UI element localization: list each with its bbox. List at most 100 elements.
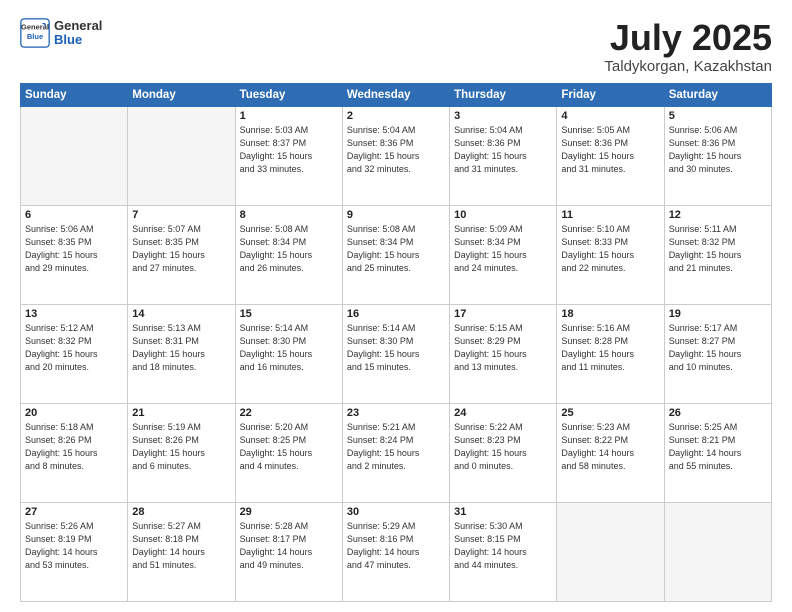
day-number: 30 <box>347 506 445 518</box>
day-info: Sunrise: 5:26 AM Sunset: 8:19 PM Dayligh… <box>25 520 123 572</box>
day-info: Sunrise: 5:27 AM Sunset: 8:18 PM Dayligh… <box>132 520 230 572</box>
table-row: 1Sunrise: 5:03 AM Sunset: 8:37 PM Daylig… <box>235 106 342 205</box>
table-row: 12 Sunrise: 5:11 AM Sunset: 8:32 PM Dayli… <box>664 205 771 304</box>
table-row: 31 Sunrise: 5:30 AM Sunset: 8:15 PM Dayli… <box>450 502 557 601</box>
day-info: Sunrise: 5:25 AM Sunset: 8:21 PM Dayligh… <box>669 421 767 473</box>
day-info: Sunrise: 5:10 AM Sunset: 8:33 PM Dayligh… <box>561 223 659 275</box>
table-row: 20 Sunrise: 5:18 AM Sunset: 8:26 PM Dayli… <box>21 403 128 502</box>
day-number: 29 <box>240 506 338 518</box>
day-number: 21 <box>132 407 230 419</box>
day-number: 26 <box>669 407 767 419</box>
day-info: Sunrise: 5:21 AM Sunset: 8:24 PM Dayligh… <box>347 421 445 473</box>
calendar-row: 20 Sunrise: 5:18 AM Sunset: 8:26 PM Dayli… <box>21 403 772 502</box>
table-row: 21 Sunrise: 5:19 AM Sunset: 8:26 PM Dayli… <box>128 403 235 502</box>
day-info: Sunrise: 5:23 AM Sunset: 8:22 PM Dayligh… <box>561 421 659 473</box>
logo-icon: General Blue <box>20 18 50 48</box>
calendar-body: 1Sunrise: 5:03 AM Sunset: 8:37 PM Daylig… <box>21 106 772 601</box>
day-number: 25 <box>561 407 659 419</box>
table-row: 13Sunrise: 5:12 AM Sunset: 8:32 PM Dayli… <box>21 304 128 403</box>
day-number: 9 <box>347 209 445 221</box>
day-number: 31 <box>454 506 552 518</box>
day-info: Sunrise: 5:04 AM Sunset: 8:36 PM Dayligh… <box>454 124 552 176</box>
day-info: Sunrise: 5:14 AM Sunset: 8:30 PM Dayligh… <box>240 322 338 374</box>
calendar-row: 1Sunrise: 5:03 AM Sunset: 8:37 PM Daylig… <box>21 106 772 205</box>
day-info: Sunrise: 5:04 AM Sunset: 8:36 PM Dayligh… <box>347 124 445 176</box>
day-info: Sunrise: 5:22 AM Sunset: 8:23 PM Dayligh… <box>454 421 552 473</box>
table-row: 23Sunrise: 5:21 AM Sunset: 8:24 PM Dayli… <box>342 403 449 502</box>
day-info: Sunrise: 5:08 AM Sunset: 8:34 PM Dayligh… <box>240 223 338 275</box>
table-row <box>557 502 664 601</box>
day-info: Sunrise: 5:16 AM Sunset: 8:28 PM Dayligh… <box>561 322 659 374</box>
table-row: 14Sunrise: 5:13 AM Sunset: 8:31 PM Dayli… <box>128 304 235 403</box>
title-block: July 2025 Taldykorgan, Kazakhstan <box>604 18 772 75</box>
day-info: Sunrise: 5:07 AM Sunset: 8:35 PM Dayligh… <box>132 223 230 275</box>
day-number: 12 <box>669 209 767 221</box>
day-info: Sunrise: 5:30 AM Sunset: 8:15 PM Dayligh… <box>454 520 552 572</box>
logo: General Blue General Blue <box>20 18 102 48</box>
table-row: 11 Sunrise: 5:10 AM Sunset: 8:33 PM Dayli… <box>557 205 664 304</box>
month-title: July 2025 <box>604 18 772 58</box>
table-row: 24 Sunrise: 5:22 AM Sunset: 8:23 PM Dayli… <box>450 403 557 502</box>
day-info: Sunrise: 5:18 AM Sunset: 8:26 PM Dayligh… <box>25 421 123 473</box>
location-title: Taldykorgan, Kazakhstan <box>604 58 772 75</box>
table-row: 2Sunrise: 5:04 AM Sunset: 8:36 PM Daylig… <box>342 106 449 205</box>
day-info: Sunrise: 5:09 AM Sunset: 8:34 PM Dayligh… <box>454 223 552 275</box>
logo-text: General Blue <box>54 19 102 48</box>
day-number: 22 <box>240 407 338 419</box>
table-row: 16 Sunrise: 5:14 AM Sunset: 8:30 PM Dayli… <box>342 304 449 403</box>
day-number: 27 <box>25 506 123 518</box>
day-number: 17 <box>454 308 552 320</box>
day-number: 10 <box>454 209 552 221</box>
table-row: 8Sunrise: 5:08 AM Sunset: 8:34 PM Daylig… <box>235 205 342 304</box>
table-row: 4Sunrise: 5:05 AM Sunset: 8:36 PM Daylig… <box>557 106 664 205</box>
table-row: 6Sunrise: 5:06 AM Sunset: 8:35 PM Daylig… <box>21 205 128 304</box>
table-row <box>21 106 128 205</box>
col-monday: Monday <box>128 83 235 106</box>
table-row: 9Sunrise: 5:08 AM Sunset: 8:34 PM Daylig… <box>342 205 449 304</box>
table-row: 28 Sunrise: 5:27 AM Sunset: 8:18 PM Dayli… <box>128 502 235 601</box>
day-number: 3 <box>454 110 552 122</box>
day-info: Sunrise: 5:06 AM Sunset: 8:35 PM Dayligh… <box>25 223 123 275</box>
day-info: Sunrise: 5:28 AM Sunset: 8:17 PM Dayligh… <box>240 520 338 572</box>
day-number: 16 <box>347 308 445 320</box>
col-thursday: Thursday <box>450 83 557 106</box>
day-number: 13 <box>25 308 123 320</box>
calendar-header-row: Sunday Monday Tuesday Wednesday Thursday… <box>21 83 772 106</box>
calendar-row: 6Sunrise: 5:06 AM Sunset: 8:35 PM Daylig… <box>21 205 772 304</box>
col-tuesday: Tuesday <box>235 83 342 106</box>
day-info: Sunrise: 5:13 AM Sunset: 8:31 PM Dayligh… <box>132 322 230 374</box>
day-number: 11 <box>561 209 659 221</box>
table-row: 25 Sunrise: 5:23 AM Sunset: 8:22 PM Dayli… <box>557 403 664 502</box>
table-row: 22Sunrise: 5:20 AM Sunset: 8:25 PM Dayli… <box>235 403 342 502</box>
table-row: 26 Sunrise: 5:25 AM Sunset: 8:21 PM Dayli… <box>664 403 771 502</box>
day-info: Sunrise: 5:06 AM Sunset: 8:36 PM Dayligh… <box>669 124 767 176</box>
table-row: 19 Sunrise: 5:17 AM Sunset: 8:27 PM Dayli… <box>664 304 771 403</box>
table-row: 10 Sunrise: 5:09 AM Sunset: 8:34 PM Dayli… <box>450 205 557 304</box>
day-info: Sunrise: 5:17 AM Sunset: 8:27 PM Dayligh… <box>669 322 767 374</box>
day-number: 28 <box>132 506 230 518</box>
table-row: 5 Sunrise: 5:06 AM Sunset: 8:36 PM Daylig… <box>664 106 771 205</box>
day-info: Sunrise: 5:19 AM Sunset: 8:26 PM Dayligh… <box>132 421 230 473</box>
table-row <box>128 106 235 205</box>
day-number: 18 <box>561 308 659 320</box>
table-row <box>664 502 771 601</box>
day-info: Sunrise: 5:14 AM Sunset: 8:30 PM Dayligh… <box>347 322 445 374</box>
table-row: 30 Sunrise: 5:29 AM Sunset: 8:16 PM Dayli… <box>342 502 449 601</box>
day-info: Sunrise: 5:11 AM Sunset: 8:32 PM Dayligh… <box>669 223 767 275</box>
day-number: 4 <box>561 110 659 122</box>
col-wednesday: Wednesday <box>342 83 449 106</box>
calendar-row: 27 Sunrise: 5:26 AM Sunset: 8:19 PM Dayli… <box>21 502 772 601</box>
day-info: Sunrise: 5:29 AM Sunset: 8:16 PM Dayligh… <box>347 520 445 572</box>
col-sunday: Sunday <box>21 83 128 106</box>
page: General Blue General Blue July 2025 Tald… <box>0 0 792 612</box>
calendar-row: 13Sunrise: 5:12 AM Sunset: 8:32 PM Dayli… <box>21 304 772 403</box>
day-number: 19 <box>669 308 767 320</box>
day-number: 24 <box>454 407 552 419</box>
day-number: 5 <box>669 110 767 122</box>
day-number: 20 <box>25 407 123 419</box>
day-info: Sunrise: 5:03 AM Sunset: 8:37 PM Dayligh… <box>240 124 338 176</box>
logo-general-text: General <box>54 19 102 33</box>
col-friday: Friday <box>557 83 664 106</box>
table-row: 17Sunrise: 5:15 AM Sunset: 8:29 PM Dayli… <box>450 304 557 403</box>
table-row: 27 Sunrise: 5:26 AM Sunset: 8:19 PM Dayli… <box>21 502 128 601</box>
